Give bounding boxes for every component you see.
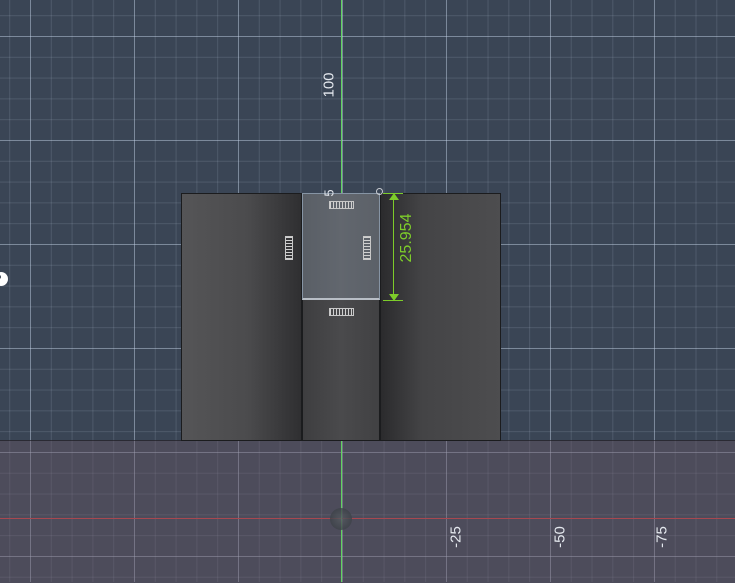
parallel-constraint-icon[interactable] <box>285 236 293 260</box>
parallel-constraint-icon[interactable] <box>363 236 371 260</box>
dimension-line[interactable] <box>393 199 394 295</box>
axis-tick-label: 5 <box>321 189 337 197</box>
parallel-constraint-icon[interactable] <box>329 201 354 209</box>
left-body-face[interactable] <box>181 193 302 441</box>
axis-tick-label: -25 <box>447 526 465 548</box>
parallel-constraint-icon[interactable] <box>329 308 354 316</box>
dimension-arrow-up-icon <box>389 193 399 200</box>
dimension-value[interactable]: 25.954 <box>398 214 416 263</box>
axis-tick-label: 100 <box>320 72 338 98</box>
ground-plane <box>0 440 735 583</box>
dimension-arrow-down-icon <box>389 294 399 301</box>
axis-tick-label: -75 <box>653 526 671 548</box>
axis-tick-label: -50 <box>551 526 569 548</box>
origin-marker-icon[interactable] <box>330 508 352 530</box>
dimension-handle-icon[interactable] <box>376 188 383 195</box>
x-axis-line <box>0 518 735 519</box>
